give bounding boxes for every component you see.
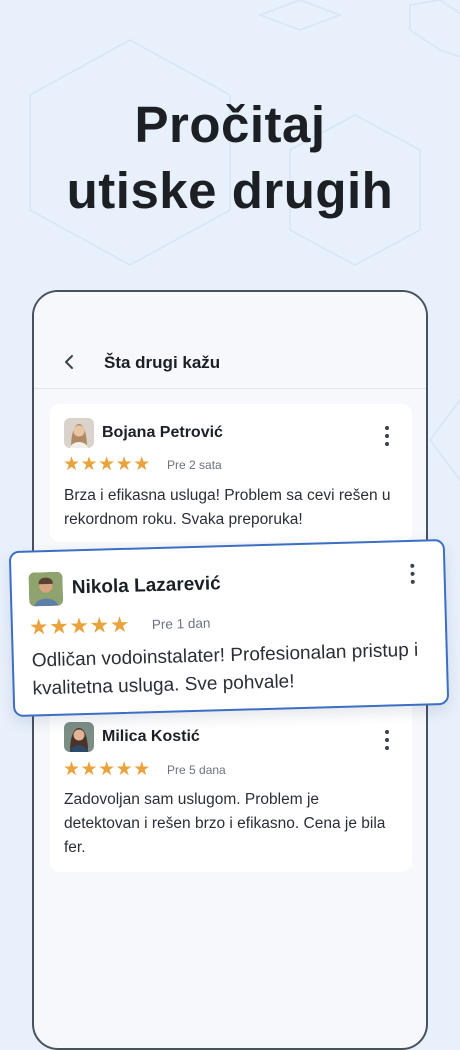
star-icon: ★: [80, 454, 99, 475]
star-icon: ★: [133, 759, 151, 780]
star-icon: ★: [80, 759, 99, 780]
star-rating: ★ ★ ★ ★ ★: [63, 758, 151, 781]
review-card[interactable]: Bojana Petrović ★ ★ ★ ★ ★ Pre 2 sata Brz…: [50, 404, 412, 542]
avatar: [28, 571, 64, 607]
chevron-left-icon[interactable]: [58, 350, 82, 374]
star-icon: ★: [109, 611, 131, 638]
star-icon: ★: [28, 614, 50, 640]
star-icon: ★: [63, 454, 81, 475]
star-icon: ★: [98, 454, 116, 475]
screen-title: Šta drugi kažu: [104, 353, 221, 372]
avatar: [64, 722, 94, 752]
star-icon: ★: [69, 612, 90, 639]
more-vertical-icon[interactable]: [382, 728, 392, 752]
app-header: Šta drugi kažu: [34, 292, 426, 389]
review-card[interactable]: Milica Kostić ★ ★ ★ ★ ★ Pre 5 dana Zadov…: [50, 692, 412, 872]
review-time: Pre 5 dana: [167, 763, 226, 777]
review-time: Pre 1 dan: [151, 615, 211, 633]
star-icon: ★: [115, 454, 134, 475]
star-icon: ★: [115, 759, 134, 780]
avatar: [64, 418, 94, 448]
headline: Pročitaj utiske drugih: [0, 92, 460, 224]
star-icon: ★: [133, 454, 151, 475]
star-icon: ★: [63, 759, 81, 780]
star-rating: ★ ★ ★ ★ ★: [29, 612, 131, 641]
review-time: Pre 2 sata: [167, 458, 222, 472]
review-text: Zadovoljan sam uslugom. Problem je detek…: [64, 791, 386, 856]
more-vertical-icon[interactable]: [382, 424, 392, 448]
headline-line-2: utiske drugih: [66, 162, 394, 219]
headline-line-1: Pročitaj: [134, 96, 326, 153]
reviewer-name: Nikola Lazarević: [71, 573, 221, 599]
star-icon: ★: [48, 613, 70, 640]
star-icon: ★: [98, 759, 116, 780]
featured-review-card[interactable]: Nikola Lazarević ★ ★ ★ ★ ★ Pre 1 dan Odl…: [8, 538, 450, 718]
more-vertical-icon[interactable]: [407, 562, 418, 586]
star-icon: ★: [89, 612, 111, 638]
review-text: Odličan vodoinstalater! Profesionalan pr…: [31, 639, 419, 700]
reviewer-name: Milica Kostić: [102, 728, 200, 745]
reviewer-name: Bojana Petrović: [102, 424, 223, 441]
star-rating: ★ ★ ★ ★ ★: [63, 453, 151, 476]
review-text: Brza i efikasna usluga! Problem sa cevi …: [64, 487, 391, 528]
